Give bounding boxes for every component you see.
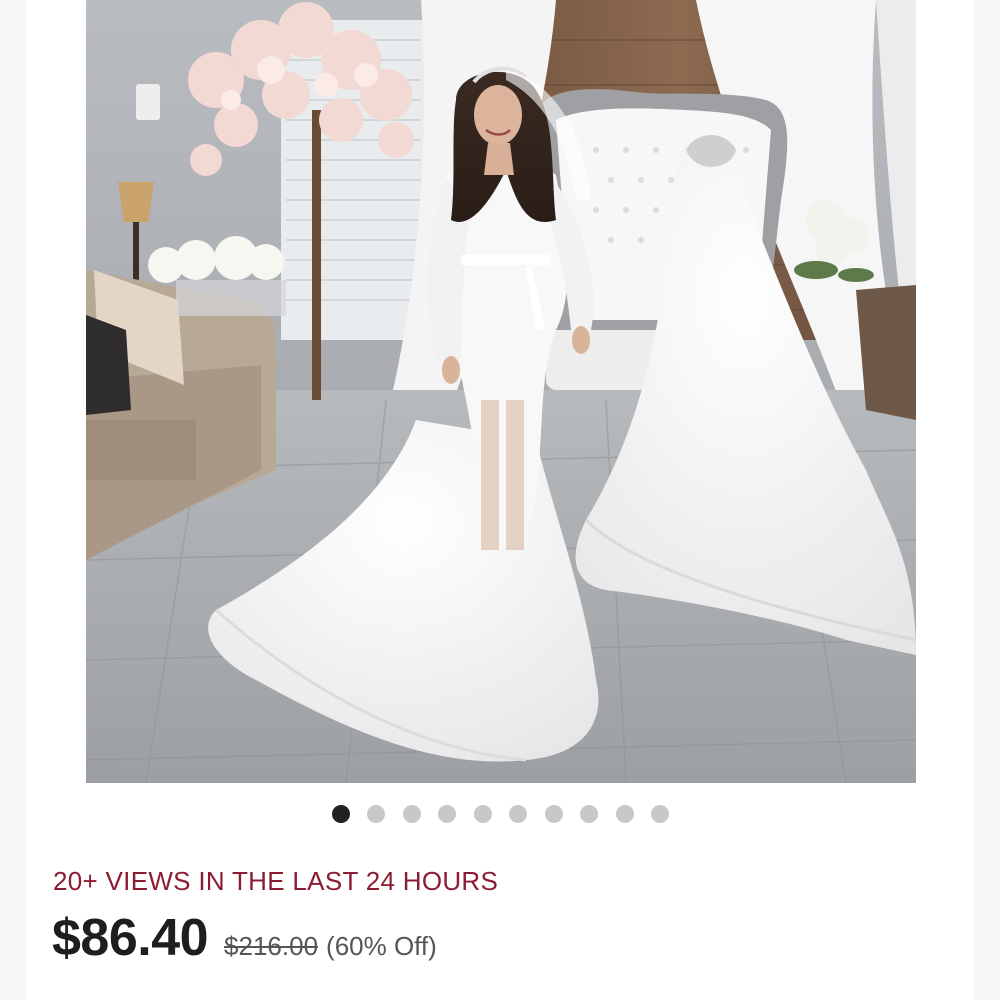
carousel-dot[interactable] [367,805,386,823]
carousel-dot[interactable] [544,805,563,823]
carousel-dot[interactable] [580,805,599,823]
product-page: 20+ VIEWS IN THE LAST 24 HOURS $86.40 $2… [0,0,1000,1000]
product-image[interactable] [86,0,916,783]
product-photo-illustration [86,0,916,783]
image-carousel-indicator [0,804,1000,824]
price-row: $86.40 $216.00 (60% Off) [52,908,437,968]
original-price: $216.00 [224,931,319,961]
carousel-dot[interactable] [331,805,350,823]
right-gutter [974,0,1000,1000]
discount-label: (60% Off) [326,931,437,961]
left-gutter [0,0,26,1000]
carousel-dot[interactable] [438,805,457,823]
carousel-dot[interactable] [615,805,634,823]
recent-views-banner: 20+ VIEWS IN THE LAST 24 HOURS [53,866,499,896]
carousel-dot[interactable] [473,805,492,823]
carousel-dot[interactable] [651,805,670,823]
carousel-dot[interactable] [509,805,528,823]
carousel-dot[interactable] [402,805,421,823]
sale-price: $86.40 [52,909,209,967]
